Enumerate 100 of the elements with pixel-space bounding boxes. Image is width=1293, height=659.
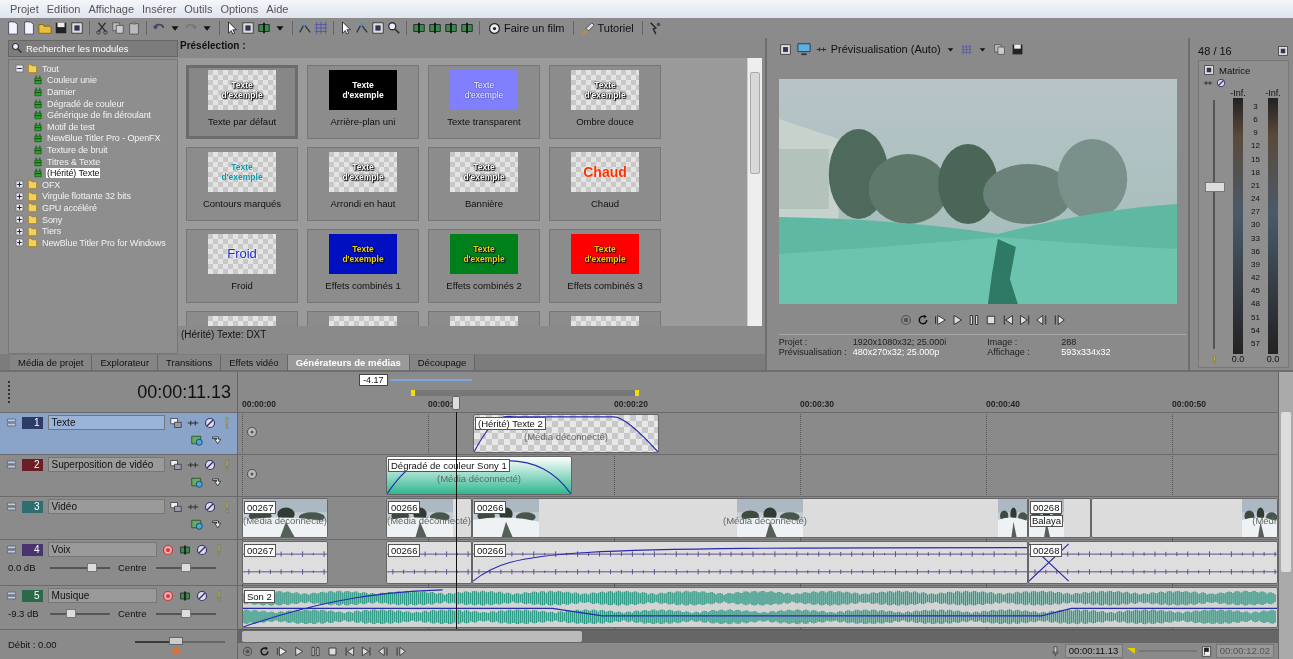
grip-icon[interactable] <box>6 590 17 601</box>
track-name-field[interactable]: Voix <box>47 542 157 557</box>
bars-icon[interactable] <box>460 21 474 35</box>
arrow-down-icon[interactable] <box>211 518 223 530</box>
play-start-icon[interactable] <box>276 645 287 657</box>
track-name-field[interactable]: Vidéo <box>47 499 165 514</box>
fader-handle[interactable] <box>1205 182 1226 193</box>
stop-icon[interactable] <box>984 314 997 326</box>
menu-item[interactable]: Aide <box>262 1 293 17</box>
flag-icon[interactable] <box>1200 645 1212 657</box>
menu-item[interactable]: Affichage <box>84 1 139 17</box>
square-icon[interactable] <box>371 21 385 35</box>
bars-icon[interactable] <box>412 21 426 35</box>
expand-icon[interactable] <box>15 191 24 201</box>
page-icon[interactable] <box>6 21 20 35</box>
tutorial-button[interactable]: Tutoriel <box>578 19 637 37</box>
scissors-icon[interactable] <box>95 21 109 35</box>
preset-tile[interactable]: Texte d'exemple Effets combinés 3 <box>549 229 661 303</box>
loop-icon[interactable] <box>259 645 270 657</box>
frame-back-icon[interactable] <box>378 645 389 657</box>
square-icon[interactable] <box>778 42 792 56</box>
floppy-icon[interactable] <box>1010 42 1024 56</box>
grip-icon[interactable] <box>6 459 17 470</box>
track-header[interactable]: 1 Texte <box>0 412 237 454</box>
previous-icon[interactable] <box>1001 314 1014 326</box>
cursor-icon[interactable] <box>225 21 239 35</box>
dock-tab[interactable]: Effets vidéo <box>221 355 288 370</box>
square-icon[interactable] <box>241 21 255 35</box>
fx-icon[interactable] <box>191 476 203 488</box>
mute-icon[interactable] <box>195 589 208 602</box>
mute-icon[interactable] <box>204 500 216 513</box>
collapse-icon[interactable] <box>15 64 24 74</box>
copy-icon[interactable] <box>992 42 1006 56</box>
composite-icon[interactable] <box>170 416 182 429</box>
preset-tile[interactable]: Texte d'exemple Arrière-plan uni <box>307 65 419 139</box>
fx-icon[interactable] <box>191 518 203 530</box>
grip-icon[interactable] <box>6 501 17 512</box>
nodes-icon[interactable] <box>298 21 312 35</box>
menu-item[interactable]: Insérer <box>138 1 181 17</box>
make-movie-button[interactable]: Faire un film <box>485 19 568 37</box>
tree-item[interactable]: (Hérité) Texte <box>46 168 101 179</box>
arrow-down-icon[interactable] <box>211 476 223 488</box>
play-icon[interactable] <box>293 645 304 657</box>
stop-icon[interactable] <box>327 645 338 657</box>
bars-icon[interactable] <box>428 21 442 35</box>
marker-label[interactable]: -4.17 <box>359 374 388 386</box>
cursor-time-field[interactable]: 00:00:11.13 <box>1064 644 1123 658</box>
timeline-clip[interactable]: 00268 Balaya <box>1028 498 1091 538</box>
menu-item[interactable]: Projet <box>6 1 43 17</box>
dock-tab[interactable]: Découpage <box>409 355 476 370</box>
track-name-field[interactable]: Texte <box>47 415 165 430</box>
bars-icon[interactable] <box>178 589 191 602</box>
page-icon[interactable] <box>22 21 36 35</box>
dock-tab[interactable]: Explorateur <box>92 355 159 370</box>
dock-tab[interactable]: Média de projet <box>10 355 93 370</box>
previous-icon[interactable] <box>344 645 355 657</box>
frame-back-icon[interactable] <box>1035 314 1048 326</box>
preview-quality-dropdown[interactable]: Prévisualisation (Auto) <box>815 43 956 55</box>
frame-forward-icon[interactable] <box>395 645 406 657</box>
preset-tile[interactable]: Texte d'exemple Ombre douce <box>549 65 661 139</box>
timeline-clip[interactable]: Son 2 <box>242 587 1278 628</box>
pause-icon[interactable] <box>967 314 980 326</box>
track-name-field[interactable]: Musique <box>47 588 157 603</box>
preset-tile[interactable] <box>307 311 419 326</box>
menu-item[interactable]: Edition <box>42 1 85 17</box>
nodes-icon[interactable] <box>355 21 369 35</box>
pan-slider[interactable] <box>181 562 191 572</box>
expand-icon[interactable] <box>15 238 24 248</box>
square-icon[interactable] <box>1277 45 1289 57</box>
loop-region[interactable] <box>411 390 639 396</box>
search-field[interactable]: Rechercher les modules <box>8 40 178 57</box>
square-icon[interactable] <box>1203 64 1216 76</box>
preset-tile[interactable]: Texte d'exemple Arrondi en haut <box>307 147 419 221</box>
pause-icon[interactable] <box>310 645 321 657</box>
help-icon[interactable] <box>647 21 662 35</box>
grip-icon[interactable] <box>6 417 17 428</box>
rate-slider-handle[interactable] <box>169 636 184 654</box>
microphone-icon[interactable] <box>1049 645 1061 657</box>
record-arm-icon[interactable] <box>161 543 174 556</box>
expand-icon[interactable] <box>15 203 24 213</box>
frame-forward-icon[interactable] <box>1052 314 1065 326</box>
bars-icon[interactable] <box>257 21 271 35</box>
square-icon[interactable] <box>70 21 84 35</box>
mute-icon[interactable] <box>195 543 208 556</box>
scrollbar[interactable] <box>238 629 1278 643</box>
grip-handle[interactable] <box>8 381 12 403</box>
pan-slider[interactable] <box>181 608 191 618</box>
preset-tile[interactable]: Texte d'exemple Effets combinés 1 <box>307 229 419 303</box>
track-name-field[interactable]: Superposition de vidéo <box>47 457 165 472</box>
composite-icon[interactable] <box>170 458 182 471</box>
mute-icon[interactable] <box>1216 78 1227 88</box>
expand-icon[interactable] <box>15 215 24 224</box>
clipboard-icon[interactable] <box>127 21 141 35</box>
preset-tile[interactable]: Chaud Chaud <box>549 147 661 221</box>
arrow-down-icon[interactable] <box>211 434 223 446</box>
preset-tile[interactable] <box>428 311 540 326</box>
composite-icon[interactable] <box>170 500 182 513</box>
dock-tab[interactable]: Transitions <box>158 355 222 370</box>
preset-tile[interactable]: Froid Froid <box>186 229 298 303</box>
preset-tile[interactable]: Texte d'exemple Contours marqués <box>186 147 298 221</box>
